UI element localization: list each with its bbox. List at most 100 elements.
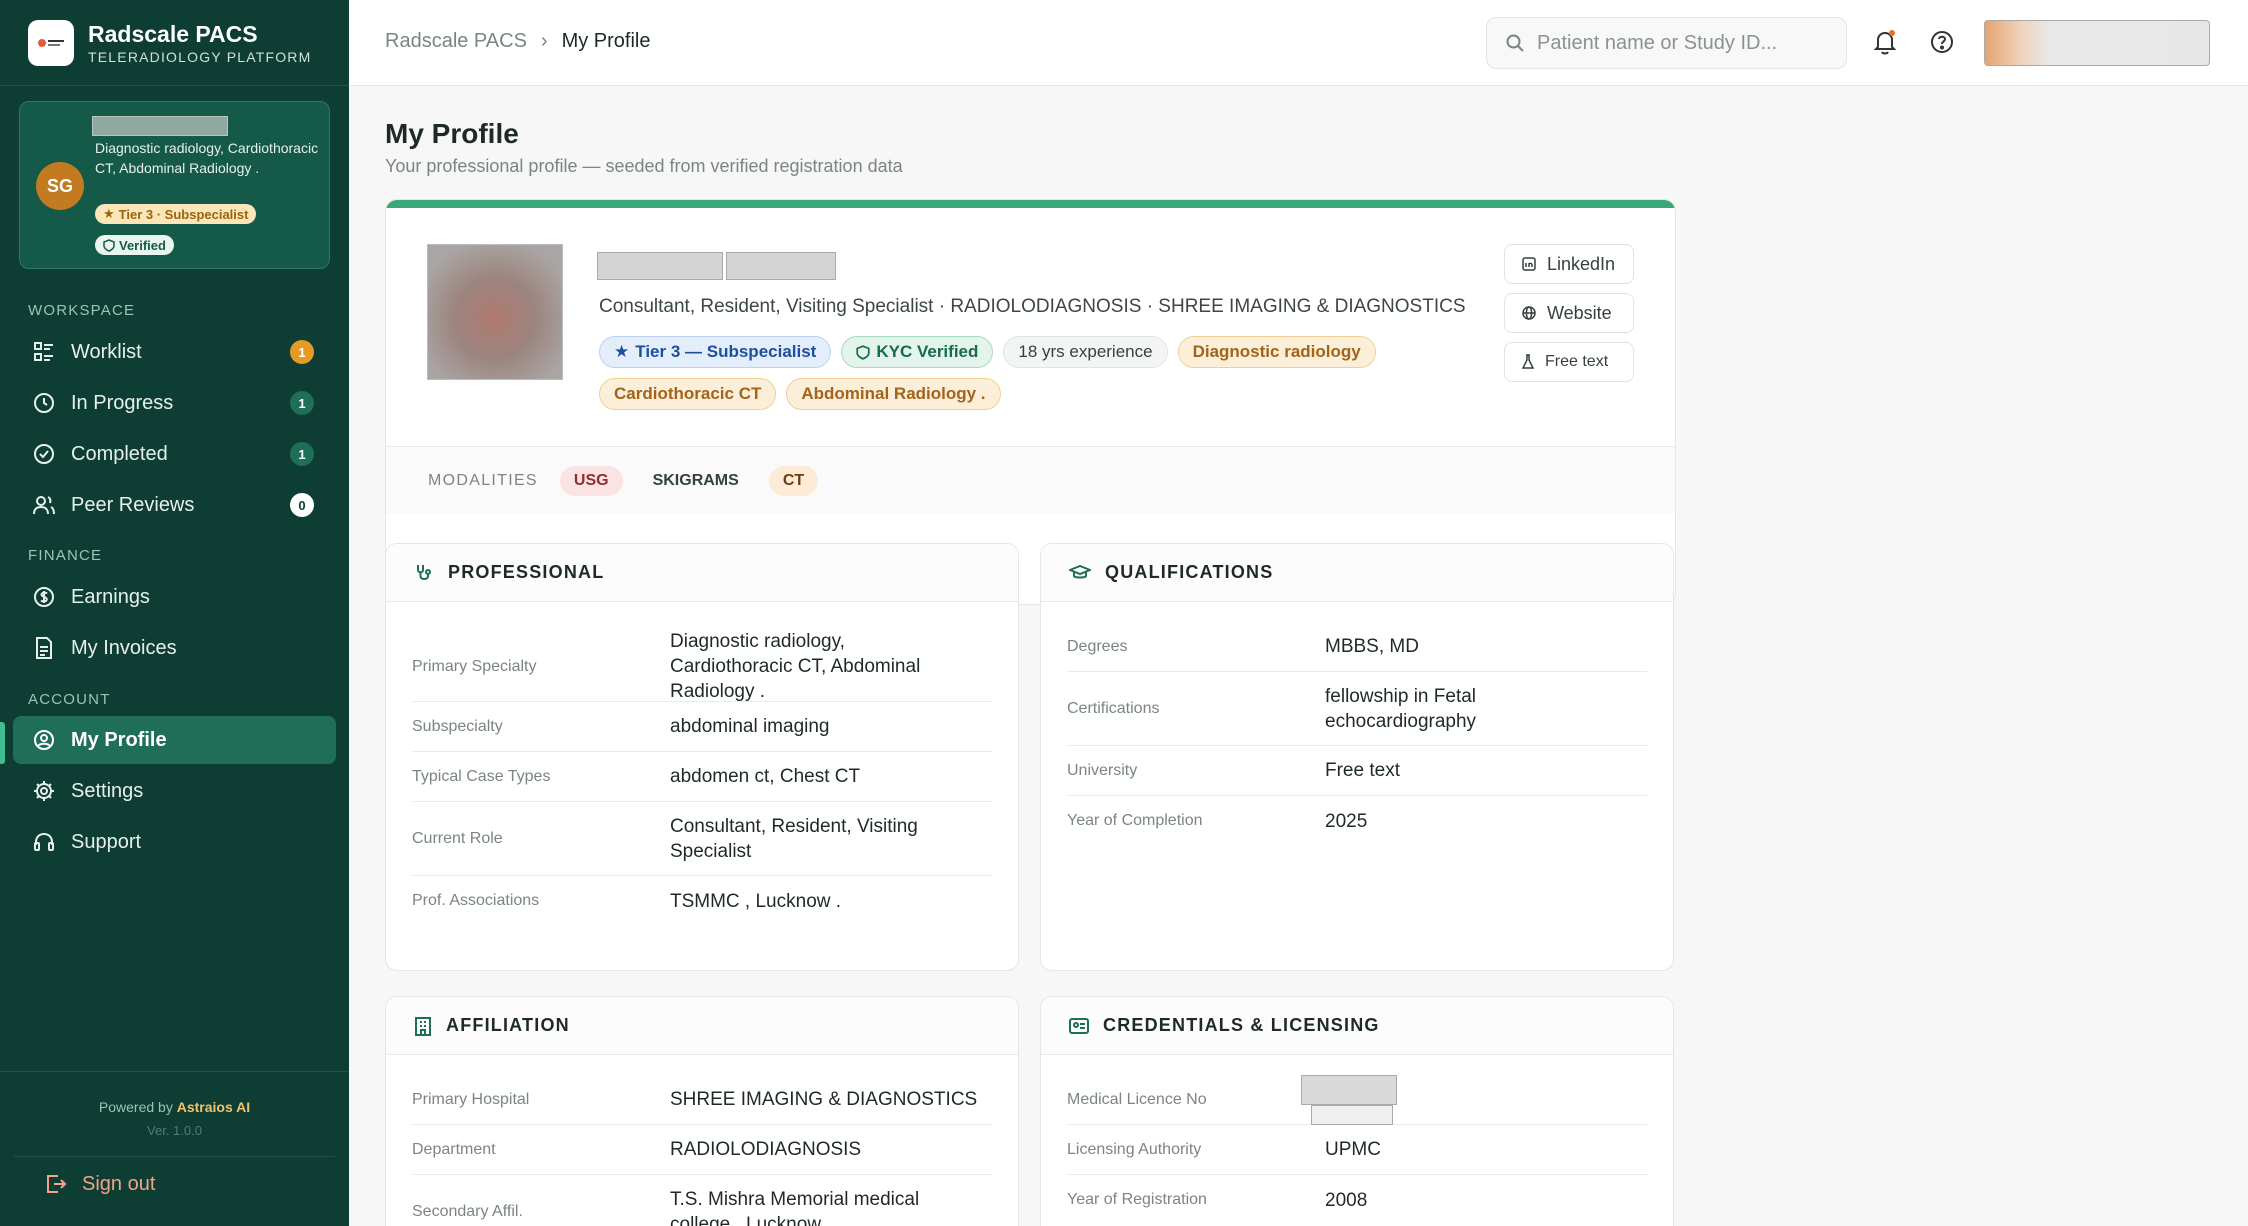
shield-icon xyxy=(856,344,870,360)
tier-badge: ★ Tier 3 · Subspecialist xyxy=(95,204,257,224)
profile-roles: Consultant, Resident, Visiting Specialis… xyxy=(599,296,1466,317)
invoice-icon xyxy=(31,635,57,661)
professional-card: PROFESSIONAL Primary Specialty Diagnosti… xyxy=(385,543,1019,971)
field-row: Medical Licence No xyxy=(1067,1074,1647,1125)
affiliation-card: AFFILIATION Primary Hospital SHREE IMAGI… xyxy=(385,996,1019,1226)
field-row: Current Role Consultant, Resident, Visit… xyxy=(412,802,992,876)
linkedin-button[interactable]: LinkedIn xyxy=(1504,244,1634,284)
free-text-label: Free text xyxy=(1545,353,1609,370)
sidebar-item-worklist[interactable]: Worklist 1 xyxy=(13,328,336,376)
field-label: Typical Case Types xyxy=(412,767,551,785)
sign-out-button[interactable]: Sign out xyxy=(44,1172,155,1196)
field-value: RADIOLODIAGNOSIS xyxy=(670,1139,862,1160)
sidebar-item-label: Peer Reviews xyxy=(71,493,195,516)
field-value: T.S. Mishra Memorial medical college , L… xyxy=(670,1189,920,1226)
field-row: Secondary Affil. T.S. Mishra Memorial me… xyxy=(412,1175,992,1226)
search-input[interactable] xyxy=(1537,31,1817,55)
building-icon xyxy=(414,1016,432,1036)
profile-links: LinkedIn Website Free text xyxy=(1504,244,1634,391)
headset-icon xyxy=(31,829,57,855)
field-row: Primary Hospital SHREE IMAGING & DIAGNOS… xyxy=(412,1075,992,1125)
clock-icon xyxy=(31,390,57,416)
user-specialty: Diagnostic radiology, Cardiothoracic CT,… xyxy=(95,140,319,176)
sidebar-item-label: Earnings xyxy=(71,585,150,608)
divider xyxy=(0,1071,349,1072)
licence-number-redacted xyxy=(1301,1074,1425,1125)
modality-chip: SKIGRAMS xyxy=(652,471,739,489)
sidebar-item-label: Support xyxy=(71,830,142,853)
shield-icon xyxy=(103,238,115,252)
field-label: Year of Completion xyxy=(1067,812,1203,829)
field-value: Free text xyxy=(1325,760,1400,781)
breadcrumb: Radscale PACS › My Profile xyxy=(385,30,651,53)
powered-by: Powered by Astraios AI xyxy=(0,1099,349,1115)
profile-name-redacted xyxy=(597,252,837,280)
modality-chip: USG xyxy=(559,465,623,496)
website-button[interactable]: Website xyxy=(1504,293,1634,333)
field-value: 2025 xyxy=(1325,810,1368,832)
section-finance: FINANCE xyxy=(28,547,103,564)
field-label: Degrees xyxy=(1067,637,1128,655)
field-row: Year of Completion 2025 xyxy=(1067,796,1647,846)
user-menu-redacted[interactable] xyxy=(1984,20,2210,66)
field-value: 2008 xyxy=(1325,1189,1368,1211)
field-label: Subspecialty xyxy=(412,717,503,735)
help-icon[interactable] xyxy=(1928,28,1956,56)
stethoscope-icon xyxy=(414,563,434,583)
field-row: Typical Case Types abdomen ct, Chest CT xyxy=(412,752,992,802)
main-content: My Profile Your professional profile — s… xyxy=(349,86,2248,1226)
field-row: University Free text xyxy=(1067,746,1647,796)
sidebar-item-peer-reviews[interactable]: Peer Reviews 0 xyxy=(13,481,336,529)
sign-out-label: Sign out xyxy=(82,1172,156,1195)
sidebar-item-label: Completed xyxy=(71,442,168,465)
credentials-header: CREDENTIALS & LICENSING xyxy=(1041,997,1673,1055)
search-box[interactable] xyxy=(1486,17,1847,69)
field-label: Licensing Authority xyxy=(1067,1140,1202,1158)
section-title: CREDENTIALS & LICENSING xyxy=(1103,1015,1380,1035)
field-value: fellowship in Fetal echocardiography xyxy=(1325,685,1477,732)
search-icon xyxy=(1505,33,1525,53)
sidebar-item-my-invoices[interactable]: My Invoices xyxy=(13,624,336,672)
chip-label: KYC Verified xyxy=(876,342,979,361)
check-circle-icon xyxy=(31,441,57,467)
sidebar-item-settings[interactable]: Settings xyxy=(13,767,336,815)
sidebar-item-label: In Progress xyxy=(71,391,174,414)
dollar-icon xyxy=(31,584,57,610)
sidebar-item-support[interactable]: Support xyxy=(13,818,336,866)
page-title: My Profile xyxy=(385,118,519,149)
graduation-cap-icon xyxy=(1069,564,1091,582)
chip-label: Tier 3 — Subspecialist xyxy=(635,342,817,361)
brand-subtitle: TELERADIOLOGY PLATFORM xyxy=(88,48,312,65)
field-label: Primary Hospital xyxy=(412,1090,530,1108)
sidebar-item-in-progress[interactable]: In Progress 1 xyxy=(13,379,336,427)
linkedin-label: LinkedIn xyxy=(1547,253,1616,274)
modality-chip: CT xyxy=(768,465,819,496)
bell-icon[interactable] xyxy=(1871,28,1899,56)
tier-chip: ★ Tier 3 — Subspecialist xyxy=(599,336,832,368)
user-circle-icon xyxy=(31,727,57,753)
sidebar-item-earnings[interactable]: Earnings xyxy=(13,573,336,621)
modalities-label: MODALITIES xyxy=(428,471,538,489)
sidebar: Radscale PACS TELERADIOLOGY PLATFORM SG … xyxy=(0,0,349,1226)
sidebar-item-label: Settings xyxy=(71,779,144,802)
section-workspace: WORKSPACE xyxy=(28,302,136,319)
free-text-button[interactable]: Free text xyxy=(1504,342,1634,382)
brand-name: Radscale PACS xyxy=(88,20,258,47)
sidebar-item-completed[interactable]: Completed 1 xyxy=(13,430,336,478)
page-subtitle: Your professional profile — seeded from … xyxy=(385,156,903,176)
field-row: Licensing Authority UPMC xyxy=(1067,1125,1647,1175)
specialty-chip: Cardiothoracic CT xyxy=(599,378,777,410)
field-row: Primary Specialty Diagnostic radiology, … xyxy=(412,631,992,702)
user-card[interactable]: SG Diagnostic radiology, Cardiothoracic … xyxy=(19,101,330,269)
section-title: QUALIFICATIONS xyxy=(1105,562,1274,582)
field-value: MBBS, MD xyxy=(1325,636,1419,657)
divider xyxy=(14,1156,335,1157)
field-row: Subspecialty abdominal imaging xyxy=(412,702,992,752)
profile-photo xyxy=(427,244,563,380)
brand-header: Radscale PACS TELERADIOLOGY PLATFORM xyxy=(0,0,349,86)
flask-icon xyxy=(1521,354,1535,370)
breadcrumb-root[interactable]: Radscale PACS xyxy=(385,30,527,53)
field-label: Medical Licence No xyxy=(1067,1090,1207,1108)
sidebar-item-my-profile[interactable]: My Profile xyxy=(13,716,336,764)
powered-prefix: Powered by xyxy=(98,1099,173,1115)
